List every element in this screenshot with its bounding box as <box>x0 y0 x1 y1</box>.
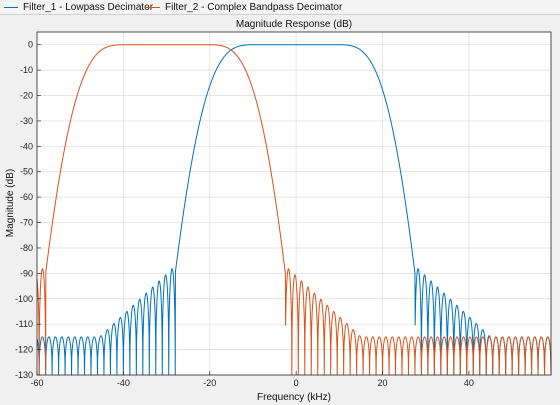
legend-entry-filter-1[interactable]: Filter_1 - Lowpass Decimator <box>4 1 153 14</box>
y-tick-label: -70 <box>20 218 33 228</box>
legend-swatch-filter-2 <box>146 7 160 8</box>
magnitude-response-chart: Magnitude Response (dB) -60 -40 -20 0 20 40 0 -… <box>5 19 552 403</box>
legend-entry-filter-2[interactable]: Filter_2 - Complex Bandpass Decimator <box>146 1 342 14</box>
y-tick-label: -130 <box>15 370 33 380</box>
y-tick-label: -10 <box>20 65 33 75</box>
y-tick-label: -80 <box>20 243 33 253</box>
x-tick-label: 40 <box>464 378 474 388</box>
y-tick-label: -50 <box>20 167 33 177</box>
x-tick-label: -20 <box>203 378 216 388</box>
x-tick-label: 20 <box>378 378 388 388</box>
y-axis-title: Magnitude (dB) <box>5 169 16 237</box>
y-tick-label: -110 <box>16 319 33 329</box>
x-tick-label: 0 <box>294 378 299 388</box>
y-tick-label: -40 <box>20 141 33 151</box>
y-tick-label: -20 <box>20 91 33 101</box>
legend: Filter_1 - Lowpass Decimator Filter_2 - … <box>0 0 560 15</box>
legend-label-filter-2: Filter_2 - Complex Bandpass Decimator <box>165 2 343 13</box>
legend-label-filter-1: Filter_1 - Lowpass Decimator <box>23 2 154 13</box>
x-axis-title: Frequency (kHz) <box>257 392 331 403</box>
y-tick-label: 0 <box>28 40 33 50</box>
y-tick-label: -60 <box>20 192 33 202</box>
legend-swatch-filter-1 <box>4 7 18 8</box>
y-tick-label: -120 <box>15 345 33 355</box>
x-tick-label: -40 <box>117 378 130 388</box>
y-tick-label: -90 <box>20 268 33 278</box>
y-tick-label: -30 <box>20 116 33 126</box>
chart-title: Magnitude Response (dB) <box>236 19 352 30</box>
y-tick-label: -100 <box>15 294 33 304</box>
